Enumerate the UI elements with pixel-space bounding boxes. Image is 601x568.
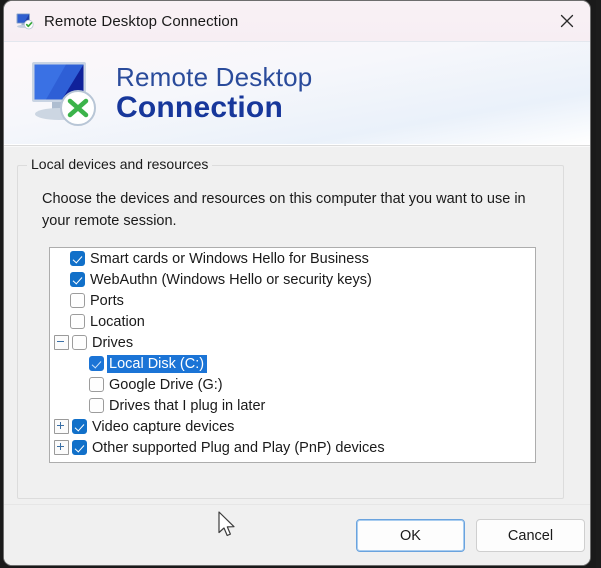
tree-item[interactable]: Video capture devices xyxy=(50,416,535,437)
tree-expander-placeholder xyxy=(73,357,86,370)
page-edge-artifact xyxy=(596,0,601,568)
tree-expander-placeholder xyxy=(54,294,67,307)
collapse-minus-icon[interactable] xyxy=(54,335,69,350)
title-bar: Remote Desktop Connection xyxy=(4,1,590,41)
tree-expander-placeholder xyxy=(54,315,67,328)
tree-item[interactable]: Smart cards or Windows Hello for Busines… xyxy=(50,248,535,269)
tree-item-label: Local Disk (C:) xyxy=(107,354,208,373)
window-title: Remote Desktop Connection xyxy=(44,12,239,30)
tree-item[interactable]: Drives xyxy=(50,332,535,353)
close-icon[interactable] xyxy=(544,1,590,41)
cancel-button[interactable]: Cancel xyxy=(476,519,585,552)
tree-item-label: WebAuthn (Windows Hello or security keys… xyxy=(90,271,372,288)
checkbox-unchecked[interactable] xyxy=(70,314,85,329)
group-description: Choose the devices and resources on this… xyxy=(42,191,526,230)
banner-title-line2: Connection xyxy=(116,91,283,124)
tree-item-label: Drives that I plug in later xyxy=(109,397,266,414)
checkbox-checked[interactable] xyxy=(89,356,104,371)
checkbox-unchecked[interactable] xyxy=(72,335,87,350)
banner-title: Remote Desktop Connection xyxy=(116,64,312,123)
dialog-footer: OK Cancel xyxy=(4,504,590,565)
checkbox-checked[interactable] xyxy=(72,440,87,455)
devices-tree-list[interactable]: Smart cards or Windows Hello for Busines… xyxy=(49,247,536,463)
expand-plus-icon[interactable] xyxy=(54,419,69,434)
tree-expander-placeholder xyxy=(54,273,67,286)
dialog-body: Local devices and resources Choose the d… xyxy=(4,147,590,565)
tree-item[interactable]: Location xyxy=(50,311,535,332)
checkbox-unchecked[interactable] xyxy=(70,293,85,308)
tree-item[interactable]: WebAuthn (Windows Hello or security keys… xyxy=(50,269,535,290)
checkbox-checked[interactable] xyxy=(70,251,85,266)
tree-item-label: Drives xyxy=(92,334,134,351)
tree-item[interactable]: Drives that I plug in later xyxy=(50,395,535,416)
tree-item-label: Other supported Plug and Play (PnP) devi… xyxy=(92,439,385,456)
tree-item-label: Ports xyxy=(90,292,124,309)
tree-expander-placeholder xyxy=(73,399,86,412)
checkbox-checked[interactable] xyxy=(70,272,85,287)
tree-item-label: Smart cards or Windows Hello for Busines… xyxy=(90,250,369,267)
tree-item-label: Google Drive (G:) xyxy=(109,376,223,393)
tree-item[interactable]: Local Disk (C:) xyxy=(50,353,535,374)
ok-button[interactable]: OK xyxy=(356,519,465,552)
tree-item-label: Location xyxy=(90,313,145,330)
checkbox-checked[interactable] xyxy=(72,419,87,434)
local-devices-groupbox: Local devices and resources Choose the d… xyxy=(17,156,564,499)
header-banner: Remote Desktop Connection xyxy=(4,41,590,145)
banner-title-line1: Remote Desktop xyxy=(116,62,313,92)
tree-item[interactable]: Google Drive (G:) xyxy=(50,374,535,395)
checkbox-unchecked[interactable] xyxy=(89,398,104,413)
tree-item[interactable]: Ports xyxy=(50,290,535,311)
tree-item-label: Video capture devices xyxy=(92,418,235,435)
tree-expander-placeholder xyxy=(54,252,67,265)
expand-plus-icon[interactable] xyxy=(54,440,69,455)
remote-desktop-connection-dialog: Remote Desktop Connection Remote Desktop xyxy=(4,1,590,565)
tree-item[interactable]: Other supported Plug and Play (PnP) devi… xyxy=(50,437,535,458)
remote-desktop-icon xyxy=(15,11,35,31)
checkbox-unchecked[interactable] xyxy=(89,377,104,392)
tree-expander-placeholder xyxy=(73,378,86,391)
groupbox-label: Local devices and resources xyxy=(27,156,213,172)
remote-desktop-logo-icon xyxy=(26,58,110,130)
